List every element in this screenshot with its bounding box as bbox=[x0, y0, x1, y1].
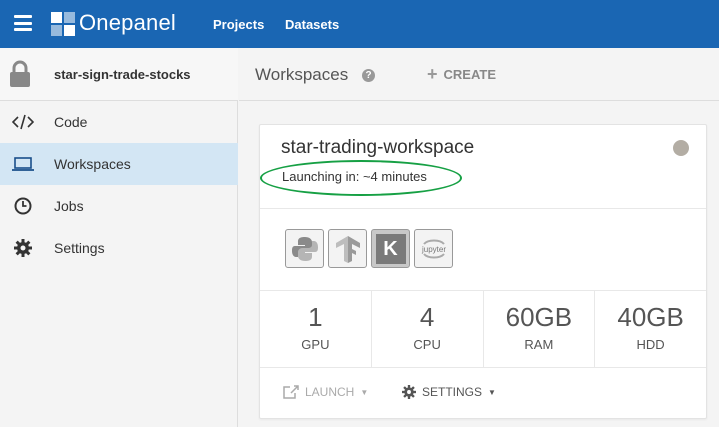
status-indicator bbox=[673, 140, 689, 156]
clock-icon bbox=[12, 196, 34, 216]
sidebar: star-sign-trade-stocks Code Workspaces J… bbox=[0, 48, 238, 427]
spec-label: GPU bbox=[301, 337, 330, 352]
gear-icon bbox=[402, 385, 416, 399]
project-name: star-sign-trade-stocks bbox=[54, 67, 191, 82]
onepanel-logo-icon bbox=[51, 12, 75, 36]
spec-value: 4 bbox=[419, 302, 435, 332]
spec-value: 60GB bbox=[505, 302, 573, 332]
workspace-card[interactable]: star-trading-workspace Launching in: ~4 … bbox=[259, 124, 707, 419]
plus-icon: + bbox=[427, 64, 438, 84]
spec-ram: 60GB RAM bbox=[484, 291, 596, 367]
code-icon bbox=[12, 112, 34, 132]
launch-label: LAUNCH bbox=[305, 385, 355, 399]
project-header: star-sign-trade-stocks bbox=[0, 48, 238, 101]
top-bar: Onepanel Projects Datasets bbox=[0, 0, 719, 48]
spec-label: RAM bbox=[524, 337, 554, 352]
spec-hdd: 40GB HDD bbox=[595, 291, 706, 367]
spec-value: 40GB bbox=[617, 302, 684, 332]
divider bbox=[260, 208, 706, 209]
spec-gpu: 1 GPU bbox=[260, 291, 372, 367]
sidebar-item-settings[interactable]: Settings bbox=[0, 227, 238, 269]
launch-status-text: Launching in: ~4 minutes bbox=[282, 169, 427, 184]
sidebar-item-label: Settings bbox=[54, 240, 105, 256]
nav-projects-link[interactable]: Projects bbox=[213, 17, 264, 32]
keras-icon: K bbox=[371, 229, 410, 268]
sidebar-item-code[interactable]: Code bbox=[0, 101, 238, 143]
page-title: Workspaces bbox=[255, 65, 349, 84]
sidebar-item-label: Jobs bbox=[54, 198, 84, 214]
external-link-icon bbox=[283, 385, 299, 399]
workspace-name[interactable]: star-trading-workspace bbox=[281, 137, 474, 159]
sidebar-item-label: Workspaces bbox=[54, 156, 131, 172]
tensorflow-icon bbox=[328, 229, 367, 268]
settings-button[interactable]: SETTINGS ▼ bbox=[402, 385, 496, 399]
divider bbox=[260, 367, 706, 368]
gear-icon bbox=[12, 238, 34, 258]
spec-label: CPU bbox=[413, 337, 441, 352]
help-icon[interactable]: ? bbox=[362, 69, 375, 82]
sidebar-item-workspaces[interactable]: Workspaces bbox=[0, 143, 238, 185]
lock-icon bbox=[10, 60, 30, 87]
resource-specs: 1 GPU 4 CPU 60GB RAM 40GB HDD bbox=[260, 291, 706, 367]
jupyter-icon: jupyter bbox=[414, 229, 453, 268]
launch-button[interactable]: LAUNCH ▼ bbox=[283, 385, 368, 399]
jupyter-label: jupyter bbox=[420, 245, 445, 254]
nav-datasets-link[interactable]: Datasets bbox=[285, 17, 339, 32]
settings-label: SETTINGS bbox=[422, 385, 483, 399]
sidebar-item-label: Code bbox=[54, 114, 88, 130]
spec-cpu: 4 CPU bbox=[372, 291, 484, 367]
create-button[interactable]: + CREATE bbox=[427, 64, 496, 84]
create-button-label: CREATE bbox=[443, 67, 496, 82]
spec-label: HDD bbox=[636, 337, 665, 352]
spec-value: 1 bbox=[308, 302, 323, 332]
app-name: Onepanel bbox=[79, 10, 177, 35]
sidebar-item-jobs[interactable]: Jobs bbox=[0, 185, 238, 227]
chevron-down-icon: ▼ bbox=[488, 387, 496, 397]
python-icon bbox=[285, 229, 324, 268]
framework-icons: K jupyter bbox=[285, 229, 453, 268]
hamburger-menu-icon[interactable] bbox=[14, 15, 32, 31]
card-actions: LAUNCH ▼ SETTINGS ▼ bbox=[260, 381, 706, 411]
chevron-down-icon: ▼ bbox=[360, 387, 369, 397]
laptop-icon bbox=[12, 154, 34, 174]
main-header: Workspaces ? + CREATE bbox=[239, 48, 719, 101]
